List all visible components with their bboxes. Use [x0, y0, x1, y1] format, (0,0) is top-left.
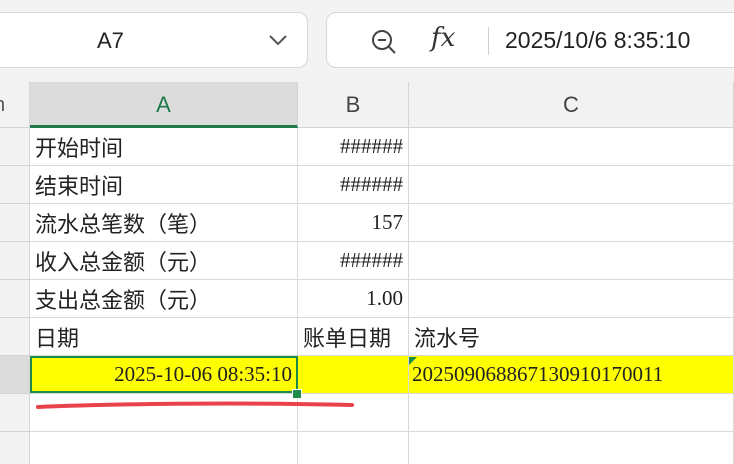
row-header[interactable]: [0, 128, 30, 166]
cell-a2[interactable]: 结束时间: [30, 166, 298, 204]
column-header-c[interactable]: C: [409, 82, 734, 128]
row-header[interactable]: [0, 204, 30, 242]
cell-c6[interactable]: 流水号: [409, 318, 734, 356]
cell-a6[interactable]: 日期: [30, 318, 298, 356]
formula-bar[interactable]: fx 2025/10/6 8:35:10: [326, 12, 734, 68]
cell-b2[interactable]: ######: [298, 166, 409, 204]
cell-c7[interactable]: 202509068867130910170011: [409, 356, 734, 394]
cell-c2[interactable]: [409, 166, 734, 204]
cell-b1[interactable]: ######: [298, 128, 409, 166]
select-all-corner[interactable]: n: [0, 82, 30, 128]
function-icon[interactable]: fx: [431, 23, 455, 53]
row-header[interactable]: [0, 166, 30, 204]
cell-a3[interactable]: 流水总笔数（笔）: [30, 204, 298, 242]
cell-b7[interactable]: [298, 356, 409, 394]
row-header-active[interactable]: [0, 356, 30, 394]
cell-c3[interactable]: [409, 204, 734, 242]
column-header-a[interactable]: A: [30, 82, 298, 128]
column-header-b[interactable]: B: [298, 82, 409, 128]
row-header[interactable]: [0, 394, 30, 432]
cell-a4[interactable]: 收入总金额（元）: [30, 242, 298, 280]
cell-a9[interactable]: [30, 432, 298, 464]
name-box[interactable]: A7: [0, 12, 308, 68]
toolbar: A7 fx 2025/10/6 8:35:10: [0, 0, 734, 82]
row-header[interactable]: [0, 242, 30, 280]
spreadsheet-grid: n A B C 开始时间 ###### 结束时间 ###### 流水总笔数（笔）…: [0, 82, 734, 464]
cell-c4[interactable]: [409, 242, 734, 280]
cell-c9[interactable]: [409, 432, 734, 464]
formula-value[interactable]: 2025/10/6 8:35:10: [505, 27, 690, 54]
error-indicator-icon[interactable]: [409, 357, 417, 365]
row-header[interactable]: [0, 280, 30, 318]
cell-a5[interactable]: 支出总金额（元）: [30, 280, 298, 318]
row-header[interactable]: [0, 432, 30, 464]
cell-c5[interactable]: [409, 280, 734, 318]
cell-c8[interactable]: [409, 394, 734, 432]
cell-b4[interactable]: ######: [298, 242, 409, 280]
zoom-out-icon[interactable]: [369, 27, 399, 57]
red-underline-annotation: [36, 401, 354, 409]
cell-b3[interactable]: 157: [298, 204, 409, 242]
cell-b5[interactable]: 1.00: [298, 280, 409, 318]
corner-fragment: n: [0, 94, 5, 117]
cell-b6[interactable]: 账单日期: [298, 318, 409, 356]
cell-b9[interactable]: [298, 432, 409, 464]
formula-divider: [488, 27, 489, 55]
cell-c1[interactable]: [409, 128, 734, 166]
row-header[interactable]: [0, 318, 30, 356]
cell-a7[interactable]: 2025-10-06 08:35:10: [30, 356, 298, 394]
name-box-value: A7: [97, 28, 124, 53]
chevron-down-icon[interactable]: [267, 31, 289, 49]
cell-a1[interactable]: 开始时间: [30, 128, 298, 166]
